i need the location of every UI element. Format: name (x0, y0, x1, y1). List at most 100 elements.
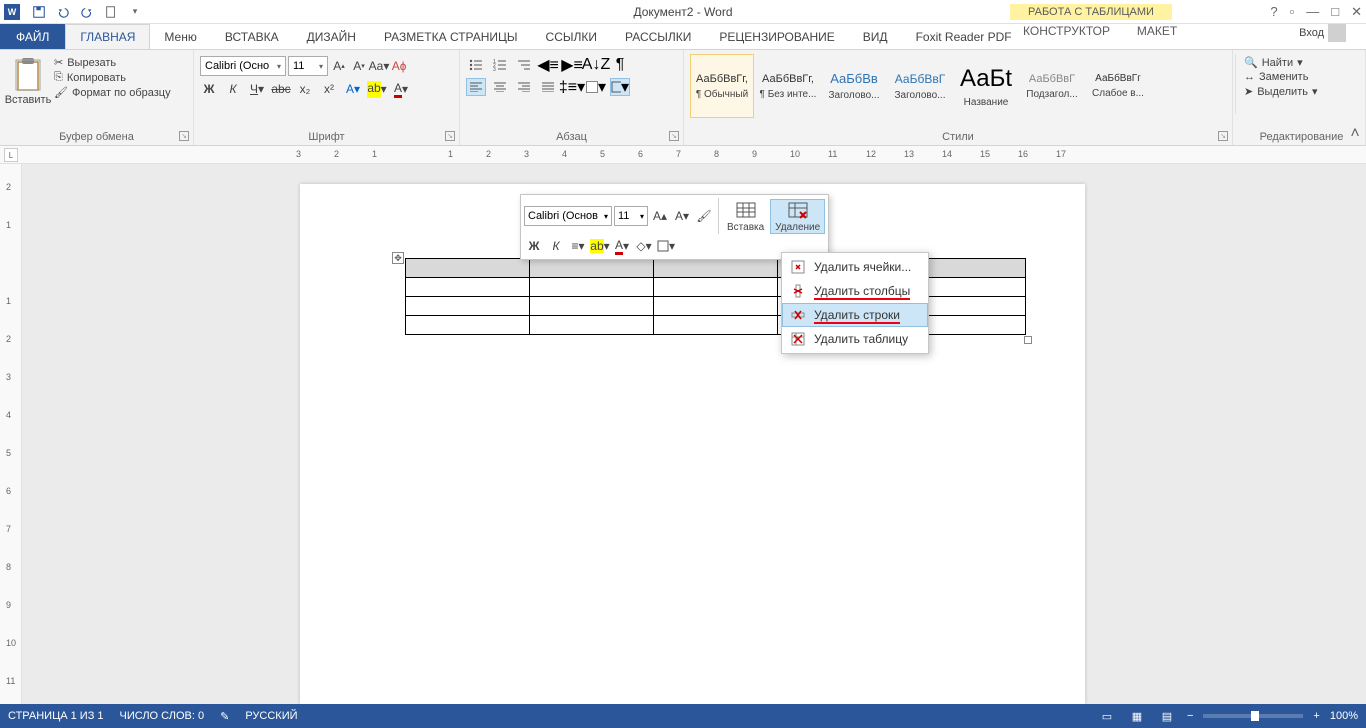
status-word-count[interactable]: ЧИСЛО СЛОВ: 0 (120, 710, 205, 722)
numbering-icon[interactable]: 123 (490, 56, 510, 74)
save-icon[interactable] (28, 2, 50, 22)
minimize-icon[interactable]: — (1306, 4, 1319, 19)
style-item[interactable]: АаБбВвГг,¶ Обычный (690, 54, 754, 118)
decrease-indent-icon[interactable]: ◀≡ (538, 56, 558, 74)
align-right-icon[interactable] (514, 78, 534, 96)
tab-page-layout[interactable]: РАЗМЕТКА СТРАНИЦЫ (370, 24, 532, 49)
clipboard-dialog-launcher[interactable]: ↘ (179, 131, 189, 141)
mini-highlight-icon[interactable]: ab▾ (590, 236, 610, 256)
collapse-ribbon-icon[interactable]: ˄ (1348, 127, 1362, 141)
sort-icon[interactable]: A↓Z (586, 56, 606, 74)
document-table[interactable] (405, 258, 1026, 335)
status-proofing-icon[interactable]: ✎ (220, 710, 229, 723)
table-row[interactable] (406, 259, 1026, 278)
copy-button[interactable]: ⎘Копировать (54, 71, 171, 84)
undo-icon[interactable] (52, 2, 74, 22)
style-item[interactable]: АаБбВвГПодзагол... (1020, 54, 1084, 118)
tab-review[interactable]: РЕЦЕНЗИРОВАНИЕ (705, 24, 848, 49)
zoom-out-button[interactable]: − (1187, 710, 1193, 722)
zoom-in-button[interactable]: + (1313, 710, 1319, 722)
maximize-icon[interactable]: □ (1331, 4, 1339, 19)
style-item[interactable]: АаБtНазвание (954, 54, 1018, 118)
tab-home[interactable]: ГЛАВНАЯ (65, 24, 150, 49)
show-marks-icon[interactable]: ¶ (610, 56, 630, 74)
font-size-combo[interactable]: 11▾ (288, 56, 328, 76)
mini-align-icon[interactable]: ≡▾ (568, 236, 588, 256)
tab-selector[interactable]: L (4, 148, 18, 162)
menu-delete-columns[interactable]: Удалить столбцы (782, 279, 928, 303)
select-button[interactable]: ➤Выделить ▾ (1244, 85, 1359, 98)
tab-foxit[interactable]: Foxit Reader PDF (902, 24, 1026, 49)
horizontal-ruler[interactable]: L 3211234567891011121314151617 (0, 146, 1366, 164)
view-web-icon[interactable]: ▤ (1157, 708, 1177, 724)
mini-format-painter-icon[interactable]: 🖌 (694, 206, 714, 226)
shading-icon[interactable]: ▾ (586, 78, 606, 96)
zoom-thumb[interactable] (1251, 711, 1259, 721)
mini-grow-font-icon[interactable]: A▴ (650, 206, 670, 226)
mini-delete-button[interactable]: Удаление (770, 199, 825, 234)
find-button[interactable]: 🔍Найти ▾ (1244, 56, 1359, 69)
mini-borders-icon[interactable]: ▾ (656, 236, 676, 256)
subscript-button[interactable]: x₂ (296, 80, 314, 98)
style-item[interactable]: АаБбВвГгСлабое в... (1086, 54, 1150, 118)
italic-button[interactable]: К (224, 80, 242, 98)
menu-delete-cells[interactable]: Удалить ячейки... (782, 255, 928, 279)
cut-button[interactable]: ✂Вырезать (54, 56, 171, 69)
menu-delete-table[interactable]: Удалить таблицу (782, 327, 928, 351)
mini-size-combo[interactable]: 11▾ (614, 206, 648, 226)
bold-button[interactable]: Ж (200, 80, 218, 98)
mini-shrink-font-icon[interactable]: A▾ (672, 206, 692, 226)
ribbon-display-icon[interactable]: ▫ (1290, 4, 1295, 19)
change-case-icon[interactable]: Aa▾ (370, 57, 388, 75)
line-spacing-icon[interactable]: ‡≡▾ (562, 78, 582, 96)
zoom-slider[interactable] (1203, 714, 1303, 718)
style-item[interactable]: АаБбВвЗаголово... (822, 54, 886, 118)
grow-font-icon[interactable]: A▴ (330, 57, 348, 75)
font-name-combo[interactable]: Calibri (Осно▾ (200, 56, 286, 76)
sign-in-link[interactable]: Вход (1285, 24, 1360, 42)
table-row[interactable] (406, 316, 1026, 335)
close-icon[interactable]: ✕ (1351, 4, 1362, 20)
tab-references[interactable]: ССЫЛКИ (532, 24, 611, 49)
mini-shading-icon[interactable]: ◇▾ (634, 236, 654, 256)
qat-customize-icon[interactable]: ▾ (124, 2, 146, 22)
tab-file[interactable]: ФАЙЛ (0, 24, 65, 49)
tab-view[interactable]: ВИД (849, 24, 902, 49)
borders-icon[interactable]: ▾ (610, 78, 630, 96)
highlight-icon[interactable]: ab▾ (368, 80, 386, 98)
justify-icon[interactable] (538, 78, 558, 96)
table-row[interactable] (406, 297, 1026, 316)
table-row[interactable] (406, 278, 1026, 297)
font-color-icon[interactable]: A▾ (392, 80, 410, 98)
redo-icon[interactable] (76, 2, 98, 22)
mini-italic-button[interactable]: К (546, 236, 566, 256)
zoom-level[interactable]: 100% (1330, 710, 1358, 722)
vertical-ruler[interactable]: 2112345678910111213 (0, 164, 22, 704)
shrink-font-icon[interactable]: A▾ (350, 57, 368, 75)
tab-table-layout[interactable]: МАКЕТ (1125, 24, 1189, 38)
format-painter-button[interactable]: 🖌Формат по образцу (54, 86, 171, 99)
font-dialog-launcher[interactable]: ↘ (445, 131, 455, 141)
menu-delete-rows[interactable]: Удалить строки (782, 303, 928, 327)
tab-mailings[interactable]: РАССЫЛКИ (611, 24, 705, 49)
tab-menu[interactable]: Меню (150, 24, 210, 49)
styles-dialog-launcher[interactable]: ↘ (1218, 131, 1228, 141)
replace-button[interactable]: ↔Заменить (1244, 71, 1359, 83)
align-left-icon[interactable] (466, 78, 486, 96)
bullets-icon[interactable] (466, 56, 486, 74)
new-doc-icon[interactable] (100, 2, 122, 22)
mini-font-color-icon[interactable]: A▾ (612, 236, 632, 256)
view-print-icon[interactable]: ▦ (1127, 708, 1147, 724)
status-language[interactable]: РУССКИЙ (245, 710, 297, 722)
tab-design[interactable]: ДИЗАЙН (293, 24, 370, 49)
clear-formatting-icon[interactable]: Aɸ (390, 57, 408, 75)
view-read-icon[interactable]: ▭ (1097, 708, 1117, 724)
table-resize-handle[interactable] (1024, 336, 1032, 344)
help-icon[interactable]: ? (1270, 4, 1277, 19)
tab-insert[interactable]: ВСТАВКА (211, 24, 293, 49)
align-center-icon[interactable] (490, 78, 510, 96)
increase-indent-icon[interactable]: ▶≡ (562, 56, 582, 74)
superscript-button[interactable]: x² (320, 80, 338, 98)
strikethrough-button[interactable]: abc (272, 80, 290, 98)
status-page[interactable]: СТРАНИЦА 1 ИЗ 1 (8, 710, 104, 722)
